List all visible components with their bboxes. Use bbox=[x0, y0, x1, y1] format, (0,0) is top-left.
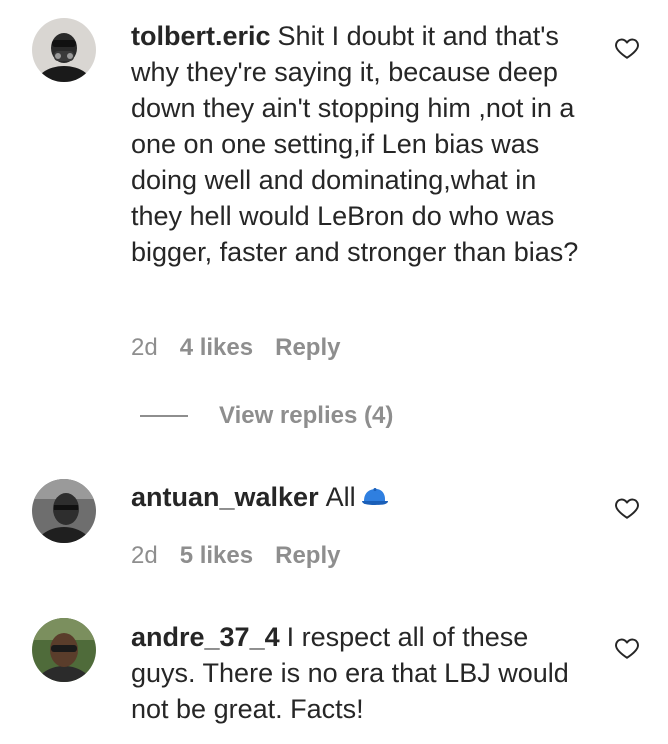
blue-cap-emoji-icon bbox=[360, 481, 390, 517]
comment-time: 2d bbox=[131, 334, 158, 361]
reply-button[interactable]: Reply bbox=[275, 542, 340, 569]
avatar-antuan-walker[interactable] bbox=[32, 479, 96, 543]
comment-time: 2d bbox=[131, 542, 158, 569]
comment-meta: 2d 5 likes Reply bbox=[131, 542, 362, 570]
comment-text: Shit I doubt it and that's why they're s… bbox=[131, 21, 579, 267]
heart-icon[interactable] bbox=[614, 635, 640, 661]
comment-username[interactable]: tolbert.eric bbox=[131, 21, 271, 51]
comment-likes[interactable]: 5 likes bbox=[180, 542, 253, 569]
avatar-tolbert-eric[interactable] bbox=[32, 18, 96, 82]
comment-username[interactable]: antuan_walker bbox=[131, 482, 319, 512]
view-replies-divider bbox=[140, 415, 188, 417]
comment-likes[interactable]: 4 likes bbox=[180, 334, 253, 361]
comment-text-block: antuan_walker All bbox=[131, 479, 591, 517]
heart-icon[interactable] bbox=[614, 495, 640, 521]
comment-text-block: andre_37_4 I respect all of these guys. T… bbox=[131, 619, 591, 727]
comment-text: All bbox=[325, 482, 356, 512]
view-replies-button[interactable]: View replies (4) bbox=[140, 400, 393, 432]
comment-meta: 2d 4 likes Reply bbox=[131, 334, 362, 362]
view-replies-label[interactable]: View replies (4) bbox=[219, 402, 393, 430]
avatar-andre-37-4[interactable] bbox=[32, 618, 96, 682]
heart-icon[interactable] bbox=[614, 35, 640, 61]
comment-username[interactable]: andre_37_4 bbox=[131, 622, 280, 652]
comment-text-block: tolbert.eric Shit I doubt it and that's w… bbox=[131, 18, 591, 270]
reply-button[interactable]: Reply bbox=[275, 334, 340, 361]
